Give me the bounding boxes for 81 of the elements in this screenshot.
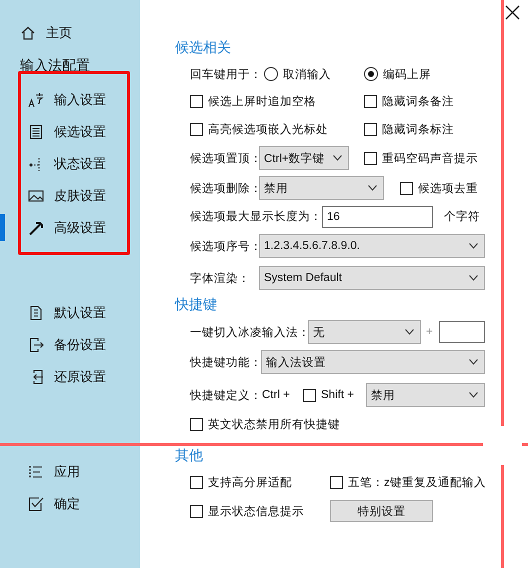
home-link[interactable]: 主页 bbox=[0, 17, 140, 49]
radio-label: 编码上屏 bbox=[383, 68, 431, 82]
sidebar-item[interactable]: 还原设置 bbox=[0, 361, 140, 393]
checkbox-label: 高亮候选项嵌入光标处 bbox=[208, 122, 328, 136]
checkbox-label: 候选上屏时追加空格 bbox=[208, 94, 316, 109]
list-icon bbox=[28, 464, 44, 480]
dropdown[interactable]: 无 bbox=[308, 320, 421, 344]
field-label: 候选项最大显示长度为： bbox=[190, 210, 322, 224]
chevron-icon bbox=[469, 359, 478, 365]
checkbox-label: 隐藏词条备注 bbox=[382, 94, 454, 109]
section-title: 候选相关 bbox=[175, 38, 231, 57]
document-icon bbox=[28, 124, 44, 140]
radio-circle[interactable] bbox=[364, 67, 378, 81]
checkbox-label: 英文状态禁用所有快捷键 bbox=[208, 418, 340, 432]
sidebar-item[interactable]: 输入设置 bbox=[0, 84, 140, 116]
radio-option[interactable]: 编码上屏 bbox=[364, 66, 431, 82]
dropdown[interactable]: Ctrl+数字键 bbox=[259, 146, 349, 170]
section-title: 其他 bbox=[175, 446, 203, 465]
chevron-icon bbox=[333, 155, 342, 161]
special-settings-button[interactable]: 特别设置 bbox=[330, 500, 433, 522]
hammer-icon bbox=[28, 220, 44, 236]
checkbox[interactable] bbox=[190, 476, 203, 488]
sidebar-item[interactable]: 默认设置 bbox=[0, 297, 140, 329]
checkbox-label: 显示状态信息提示 bbox=[208, 504, 304, 518]
sidebar-item[interactable]: 确定 bbox=[0, 488, 140, 520]
field-label: 快捷键定义： bbox=[190, 388, 262, 402]
checkbox[interactable] bbox=[364, 122, 377, 136]
dropdown[interactable]: 禁用 bbox=[259, 176, 384, 200]
dropdown[interactable]: System Default bbox=[259, 266, 485, 290]
checkbox[interactable] bbox=[190, 504, 203, 518]
input-field[interactable] bbox=[439, 321, 485, 343]
field-label: 候选项序号： bbox=[190, 239, 262, 254]
dropdown[interactable]: 输入法设置 bbox=[261, 350, 485, 374]
dropdown[interactable]: 禁用 bbox=[366, 383, 485, 407]
radio-label: 取消输入 bbox=[283, 68, 331, 82]
checkbox-label: 隐藏词条标注 bbox=[382, 122, 454, 136]
chevron-icon bbox=[469, 275, 478, 281]
home-icon bbox=[20, 25, 36, 41]
clipboard-icon bbox=[28, 305, 44, 321]
checkbox-label: 重码空码声音提示 bbox=[382, 151, 478, 166]
checkbox[interactable] bbox=[303, 388, 316, 402]
checkbox[interactable] bbox=[364, 95, 377, 108]
chevron-icon bbox=[368, 185, 377, 191]
field-label: 字体渲染： bbox=[190, 271, 250, 286]
checkbox[interactable] bbox=[364, 152, 377, 164]
close-icon[interactable] bbox=[505, 5, 520, 20]
checkbox[interactable] bbox=[330, 476, 343, 488]
field-label: 回车键用于： bbox=[190, 68, 262, 82]
font-icon bbox=[28, 92, 44, 108]
field-label: 快捷键功能： bbox=[190, 356, 262, 370]
radio-option[interactable]: 取消输入 bbox=[264, 66, 331, 82]
sidebar-item[interactable]: 状态设置 bbox=[0, 148, 140, 180]
export-icon bbox=[28, 337, 44, 353]
sidebar-item[interactable]: 应用 bbox=[0, 456, 140, 488]
field-label: 候选项删除： bbox=[190, 182, 262, 196]
field-label: Ctrl + bbox=[262, 389, 290, 401]
sidebar-item[interactable]: 候选设置 bbox=[0, 116, 140, 148]
checkbox-label: 候选项去重 bbox=[418, 182, 478, 196]
checkbox[interactable] bbox=[400, 182, 413, 194]
image-icon bbox=[28, 188, 44, 204]
section-title: 快捷键 bbox=[175, 295, 217, 314]
plus-sign: + bbox=[426, 326, 433, 338]
checkbox[interactable] bbox=[190, 418, 203, 430]
checkbox-label: 支持高分屏适配 bbox=[208, 475, 292, 490]
checkbox-label: Shift + bbox=[321, 389, 354, 401]
checkbox-icon bbox=[28, 496, 44, 512]
chevron-icon bbox=[405, 329, 414, 335]
input-field[interactable]: 16 bbox=[322, 206, 433, 228]
checkbox-label: 五笔：z键重复及通配输入 bbox=[348, 476, 486, 490]
field-label: 个字符 bbox=[444, 209, 480, 224]
sidebar-item[interactable]: 皮肤设置 bbox=[0, 180, 140, 212]
checkbox[interactable] bbox=[190, 122, 203, 136]
dropdown[interactable]: 1.2.3.4.5.6.7.8.9.0. bbox=[259, 234, 485, 258]
sidebar-item[interactable]: 备份设置 bbox=[0, 329, 140, 361]
radio-circle[interactable] bbox=[264, 67, 278, 81]
chevron-icon bbox=[469, 243, 478, 249]
field-label: 候选项置顶： bbox=[190, 152, 262, 166]
checkbox[interactable] bbox=[190, 95, 203, 108]
sidebar-item[interactable]: 高级设置 bbox=[0, 212, 140, 244]
chevron-icon bbox=[469, 392, 478, 398]
field-label: 一键切入冰凌输入法： bbox=[190, 326, 310, 340]
